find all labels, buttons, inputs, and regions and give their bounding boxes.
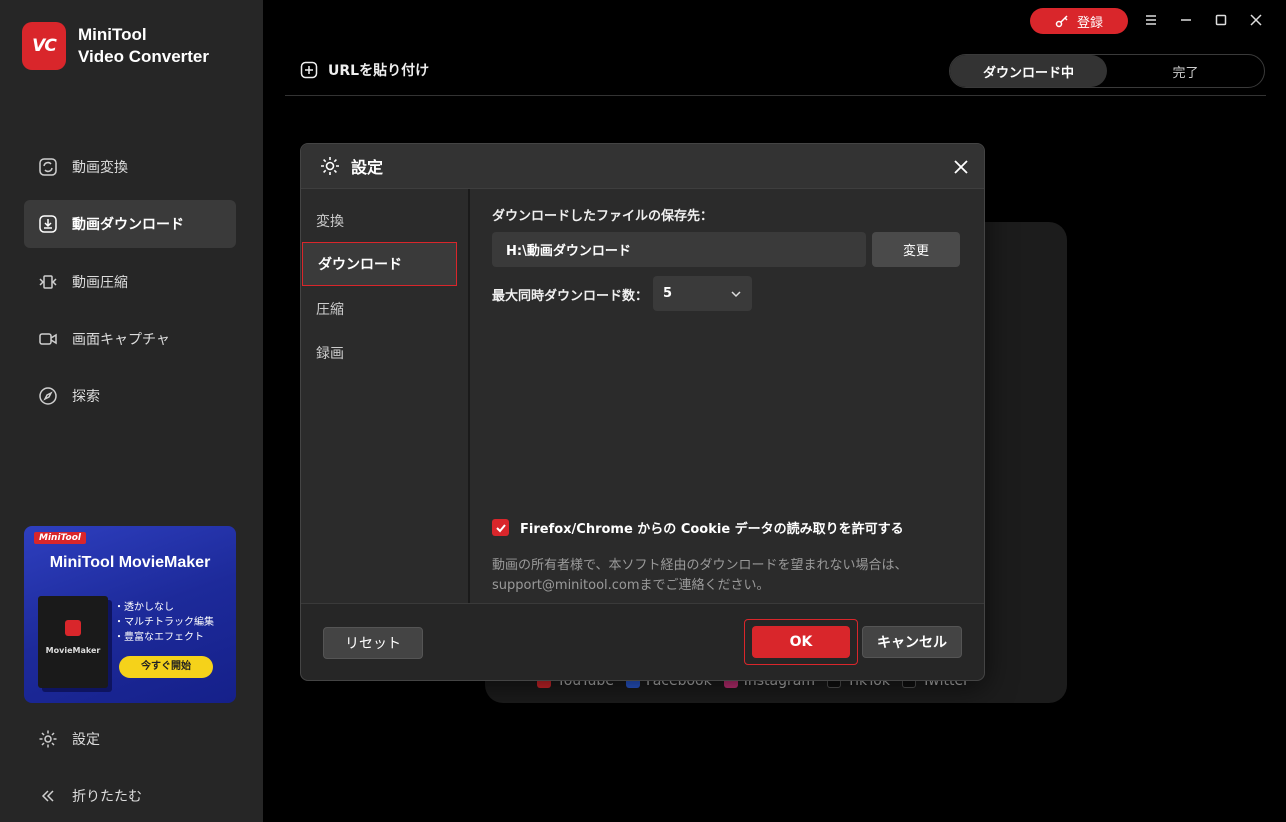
menu-button[interactable]	[1141, 10, 1161, 30]
cookie-checkbox[interactable]	[492, 519, 509, 536]
promo-feature: ・豊富なエフェクト	[114, 632, 204, 643]
compress-icon	[39, 275, 57, 289]
header-divider	[285, 95, 1266, 96]
maximize-button[interactable]	[1211, 10, 1231, 30]
hamburger-icon	[1146, 15, 1156, 25]
cookie-label: Firefox/Chrome からの Cookie データの読み取りを許可する	[520, 522, 904, 537]
close-icon	[954, 160, 968, 174]
dialog-tab-compress[interactable]: 圧縮	[301, 287, 457, 331]
double-chevron-left-icon	[41, 790, 54, 802]
plus-square-icon	[300, 61, 318, 79]
dialog-tab-download[interactable]: ダウンロード	[302, 242, 457, 286]
sidebar-item-label: 動画ダウンロード	[72, 217, 184, 233]
save-path-field[interactable]: H:\動画ダウンロード	[492, 232, 866, 267]
chevron-down-icon	[731, 291, 741, 298]
sidebar-item-label: 動画圧縮	[72, 275, 128, 291]
sidebar-item-explore[interactable]: 探索	[24, 372, 236, 420]
logo-line-1: MiniTool	[78, 25, 147, 44]
promo-feature: ・マルチトラック編集	[114, 617, 214, 628]
cookie-permission-option[interactable]: Firefox/Chrome からの Cookie データの読み取りを許可する	[492, 518, 904, 537]
dialog-footer: リセット OK キャンセル	[301, 603, 984, 680]
sidebar: VC MiniTool Video Converter 動画変換 動画ダウンロー…	[0, 0, 263, 822]
settings-button[interactable]: 設定	[38, 729, 100, 749]
gear-icon	[39, 730, 57, 748]
sidebar-item-download[interactable]: 動画ダウンロード	[24, 200, 236, 248]
dialog-title: 設定	[351, 158, 384, 177]
promo-feature: ・透かしなし	[114, 602, 174, 613]
ok-button[interactable]: OK	[752, 626, 850, 658]
download-status-tabs: ダウンロード中 完了	[949, 54, 1265, 88]
dialog-nav-divider	[468, 189, 470, 603]
key-icon	[1055, 15, 1068, 28]
max-downloads-label: 最大同時ダウンロード数：	[492, 289, 649, 304]
maximize-icon	[1215, 14, 1227, 26]
owner-notice-line-1: 動画の所有者様で、本ソフト経由のダウンロードを望まれない場合は、	[492, 558, 908, 573]
sidebar-item-compress[interactable]: 動画圧縮	[24, 258, 236, 306]
download-icon	[39, 215, 57, 233]
dialog-tab-record[interactable]: 録画	[301, 331, 457, 375]
tab-downloading[interactable]: ダウンロード中	[950, 55, 1107, 87]
paste-url-button[interactable]: URLを貼り付け	[300, 60, 429, 80]
minimize-icon	[1181, 19, 1191, 21]
promo-features: ・透かしなし ・マルチトラック編集 ・豊富なエフェクト	[114, 600, 214, 645]
change-path-button[interactable]: 変更	[872, 232, 960, 267]
promo-banner[interactable]: MiniTool MiniTool MovieMaker MovieMaker …	[24, 526, 236, 703]
checkmark-icon	[495, 523, 506, 532]
sidebar-item-capture[interactable]: 画面キャプチャ	[24, 315, 236, 363]
max-downloads-select[interactable]: 5	[653, 276, 752, 311]
logo-line-2: Video Converter	[78, 47, 210, 66]
collapse-label: 折りたたむ	[72, 789, 142, 805]
sidebar-item-label: 探索	[72, 389, 100, 405]
promo-tag: MiniTool	[34, 532, 86, 544]
logo-badge: VC	[22, 22, 66, 70]
sidebar-item-label: 画面キャプチャ	[72, 332, 170, 348]
max-downloads-value: 5	[663, 286, 673, 301]
product-box-title: MovieMaker	[45, 646, 101, 655]
close-icon	[1250, 14, 1262, 26]
reset-button[interactable]: リセット	[323, 627, 423, 659]
collapse-button[interactable]: 折りたたむ	[38, 786, 142, 806]
paste-url-label: URLを貼り付け	[328, 63, 430, 79]
register-button[interactable]: 登録	[1030, 8, 1128, 34]
dialog-close-button[interactable]	[950, 156, 972, 178]
sidebar-item-convert[interactable]: 動画変換	[24, 143, 236, 191]
tab-completed[interactable]: 完了	[1107, 55, 1264, 87]
settings-dialog: 設定 変換 ダウンロード 圧縮 録画 ダウンロードしたファイルの保存先： H:\…	[300, 143, 985, 681]
play-icon	[65, 620, 81, 636]
gear-icon	[321, 157, 339, 175]
dialog-header: 設定	[301, 144, 984, 189]
owner-notice: 動画の所有者様で、本ソフト経由のダウンロードを望まれない場合は、 support…	[492, 556, 907, 596]
cancel-button[interactable]: キャンセル	[862, 626, 962, 658]
register-label: 登録	[1076, 15, 1103, 31]
product-box-image: MovieMaker	[38, 596, 108, 688]
app-logo: VC MiniTool Video Converter	[22, 22, 209, 70]
settings-label: 設定	[72, 732, 100, 748]
camera-icon	[39, 333, 57, 345]
owner-notice-line-2: support@minitool.comまでご連絡ください。	[492, 578, 770, 593]
save-location-label: ダウンロードしたファイルの保存先：	[492, 209, 714, 224]
dialog-tab-convert[interactable]: 変換	[301, 199, 457, 243]
close-window-button[interactable]	[1246, 10, 1266, 30]
sidebar-item-label: 動画変換	[72, 160, 128, 176]
minimize-button[interactable]	[1176, 10, 1196, 30]
promo-start-button[interactable]: 今すぐ開始	[119, 656, 213, 678]
convert-icon	[39, 158, 57, 176]
promo-title: MiniTool MovieMaker	[49, 554, 211, 571]
compass-icon	[39, 387, 57, 405]
